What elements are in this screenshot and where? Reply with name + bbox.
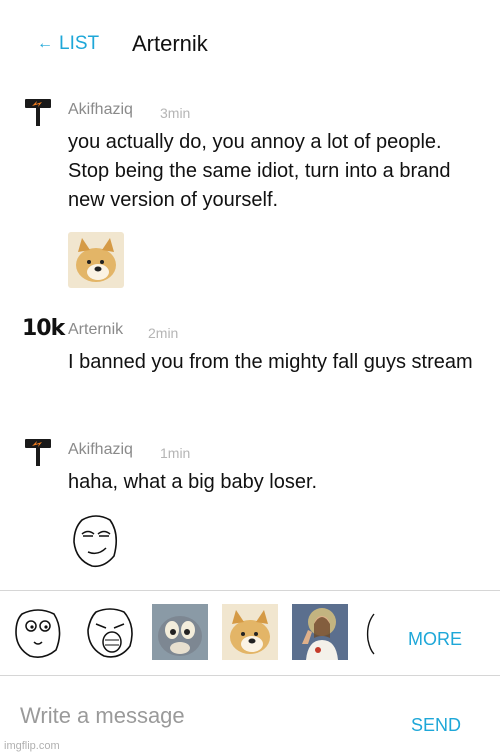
left-arrow-icon: ←	[37, 35, 53, 52]
back-to-list-link[interactable]: ← LIST	[37, 33, 99, 55]
tom-cat-sticker[interactable]	[152, 604, 208, 660]
chat-title: Arternik	[132, 31, 208, 56]
message-text: you actually do, you annoy a lot of peop…	[68, 131, 451, 211]
tray-top-divider	[0, 590, 500, 591]
partial-sticker[interactable]	[362, 604, 376, 660]
message-text: haha, what a big baby loser.	[68, 471, 318, 493]
message-input[interactable]	[20, 698, 380, 734]
more-stickers-button[interactable]: MORE	[408, 629, 462, 650]
send-button[interactable]: SEND	[411, 715, 461, 736]
chat-header: ← LIST Arternik	[0, 0, 500, 88]
message-author: Arternik	[68, 321, 124, 338]
buddy-christ-sticker[interactable]	[292, 604, 348, 660]
lol-face-sticker[interactable]	[82, 604, 138, 660]
message-author: Akifhaziq	[68, 441, 133, 458]
message-author: Akifhaziq	[68, 101, 133, 118]
message-time: 3min	[160, 105, 191, 121]
message-time: 1min	[160, 445, 191, 461]
signpost-icon	[25, 99, 51, 126]
doge-sticker[interactable]	[222, 604, 278, 660]
smug-rage-face-sticker[interactable]	[68, 512, 124, 568]
back-label: LIST	[59, 33, 100, 54]
message-text: I banned you from the mighty fall guys s…	[68, 351, 473, 373]
watermark: imgflip.com	[4, 740, 60, 752]
message-time: 2min	[148, 325, 179, 341]
signpost-icon	[25, 439, 51, 466]
derp-face-sticker[interactable]	[10, 604, 66, 660]
user-avatar-10k: 10k	[22, 316, 65, 341]
doge-sticker[interactable]	[68, 232, 124, 288]
